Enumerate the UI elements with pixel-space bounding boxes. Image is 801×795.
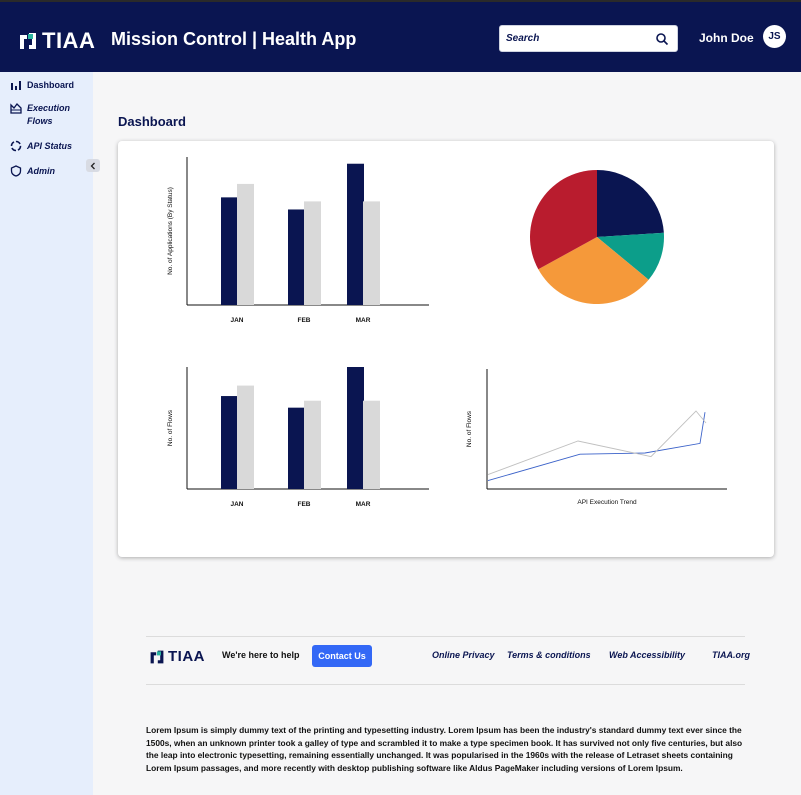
sidebar-collapse-button[interactable] [86,159,100,172]
footer-link-terms[interactable]: Terms & conditions [507,650,591,660]
sidebar-item-dashboard[interactable]: Dashboard [10,79,74,92]
dashboard-card: JAN FEB MAR No. of Applications (By Status)… [118,141,774,557]
flows-icon [10,103,22,114]
charts-canvas: JAN FEB MAR No. of Applications (By Status)… [167,157,727,508]
sidebar-item-label: Admin [27,166,55,176]
sidebar-item-admin[interactable]: Admin [10,165,55,178]
bar [347,163,364,305]
bar [363,400,380,489]
sidebar-item-label: API Status [27,141,73,151]
x-tick-label: JAN [230,317,243,324]
y-axis-label: No. of Flows [466,410,473,447]
x-tick-label: FEB [298,501,311,508]
bar [347,367,364,489]
sidebar-item-api-status[interactable]: API Status [10,140,72,153]
x-tick-label: MAR [356,317,371,324]
app-title: Mission Control | Health App [111,29,357,49]
x-tick-label: FEB [298,317,311,324]
contact-us-button[interactable]: Contact Us [312,645,372,667]
tiaa-logo-mark-icon [150,650,164,663]
series-line [487,412,706,482]
footer-link-tiaa-org[interactable]: TIAA.org [712,650,750,660]
y-axis-label: No. of Flows [167,409,174,446]
status-icon [10,140,22,152]
bar [237,183,254,305]
x-tick-label: JAN [230,501,243,508]
x-axis-label: API Execution Trend [577,499,637,506]
bar [237,385,254,489]
search-icon[interactable] [655,32,669,46]
bar [304,400,321,489]
help-text: We're here to help [222,650,300,660]
search-input[interactable] [506,26,646,51]
bar [288,209,305,305]
bar [221,396,238,489]
sidebar-item-label: Dashboard [27,80,75,90]
page-title: Dashboard [118,114,186,129]
top-header: TIAA Mission Control | Health App John D… [0,0,801,72]
footer-logo[interactable]: TIAA [149,648,205,665]
shield-icon [10,165,22,177]
avatar[interactable]: JS [763,25,786,48]
footer-lorem-text: Lorem Ipsum is simply dummy text of the … [146,725,743,773]
user-name[interactable]: John Doe [699,31,754,45]
sidebar: Dashboard Execution Flows API Status Adm… [0,72,100,795]
search-box[interactable] [499,25,678,52]
bar [363,201,380,305]
pie-slice [597,170,664,237]
series-line [487,410,707,476]
logo-text: TIAA [168,648,205,665]
footer-link-web-accessibility[interactable]: Web Accessibility [609,650,685,660]
bar [221,197,238,305]
logo-text: TIAA [42,28,96,53]
sidebar-item-execution-flows[interactable]: Execution Flows [10,102,70,128]
tiaa-logo[interactable]: TIAA [18,28,95,54]
footer-link-online-privacy[interactable]: Online Privacy [432,650,495,660]
bar [288,407,305,489]
footer-divider [146,684,745,685]
bar-chart-icon [11,81,21,90]
chevron-left-icon [90,162,95,169]
x-tick-label: MAR [356,501,371,508]
bar [304,201,321,305]
sidebar-item-label: Execution Flows [27,103,71,126]
footer-divider [146,636,745,637]
y-axis-label: No. of Applications (By Status) [167,187,174,275]
tiaa-logo-mark-icon [20,33,36,49]
